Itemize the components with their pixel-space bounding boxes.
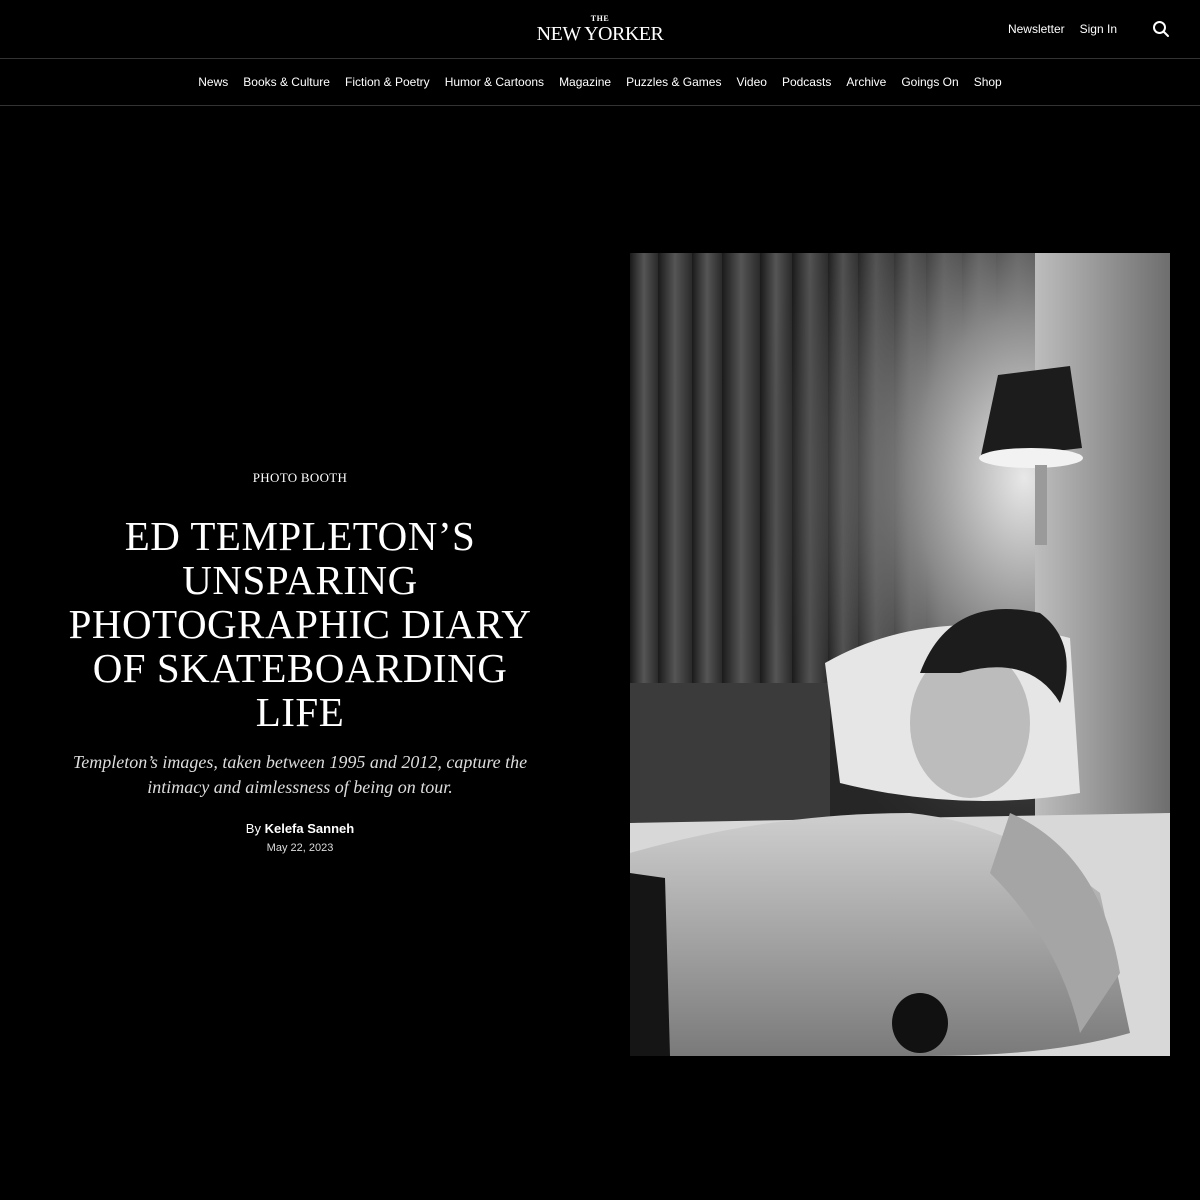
top-header: THE NEW YORKER Newsletter Sign In bbox=[0, 0, 1200, 59]
main-nav: News Books & Culture Fiction & Poetry Hu… bbox=[0, 59, 1200, 106]
nav-item-shop[interactable]: Shop bbox=[974, 75, 1002, 89]
nav-item-goings-on[interactable]: Goings On bbox=[901, 75, 958, 89]
sign-in-link[interactable]: Sign In bbox=[1080, 22, 1117, 36]
nav-item-humor-cartoons[interactable]: Humor & Cartoons bbox=[445, 75, 544, 89]
publish-date: May 22, 2023 bbox=[266, 842, 334, 854]
nav-item-puzzles-games[interactable]: Puzzles & Games bbox=[626, 75, 721, 89]
article-dek: Templeton’s images, taken between 1995 a… bbox=[72, 752, 528, 797]
article-header: PHOTO BOOTH Ed Templeton’s Unsparing Pho… bbox=[50, 470, 550, 854]
article-rubric[interactable]: PHOTO BOOTH bbox=[50, 470, 550, 486]
nav-item-magazine[interactable]: Magazine bbox=[559, 75, 611, 89]
nav-item-video[interactable]: Video bbox=[736, 75, 766, 89]
hero-photo-illustration bbox=[630, 253, 1170, 1056]
header-actions: Newsletter Sign In bbox=[1008, 20, 1170, 38]
nav-item-archive[interactable]: Archive bbox=[846, 75, 886, 89]
byline-prefix: By bbox=[245, 821, 261, 836]
newsletter-link[interactable]: Newsletter bbox=[1008, 22, 1065, 36]
hero-photo bbox=[630, 253, 1170, 1056]
article-headline: Ed Templeton’s Unsparing Photographic Di… bbox=[68, 513, 532, 735]
nav-item-news[interactable]: News bbox=[198, 75, 228, 89]
nav-item-fiction-poetry[interactable]: Fiction & Poetry bbox=[345, 75, 430, 89]
byline: By Kelefa Sanneh bbox=[50, 821, 550, 836]
nav-item-books-culture[interactable]: Books & Culture bbox=[243, 75, 330, 89]
author-link[interactable]: Kelefa Sanneh bbox=[265, 821, 355, 836]
search-icon[interactable] bbox=[1152, 20, 1170, 38]
nav-item-podcasts[interactable]: Podcasts bbox=[782, 75, 831, 89]
